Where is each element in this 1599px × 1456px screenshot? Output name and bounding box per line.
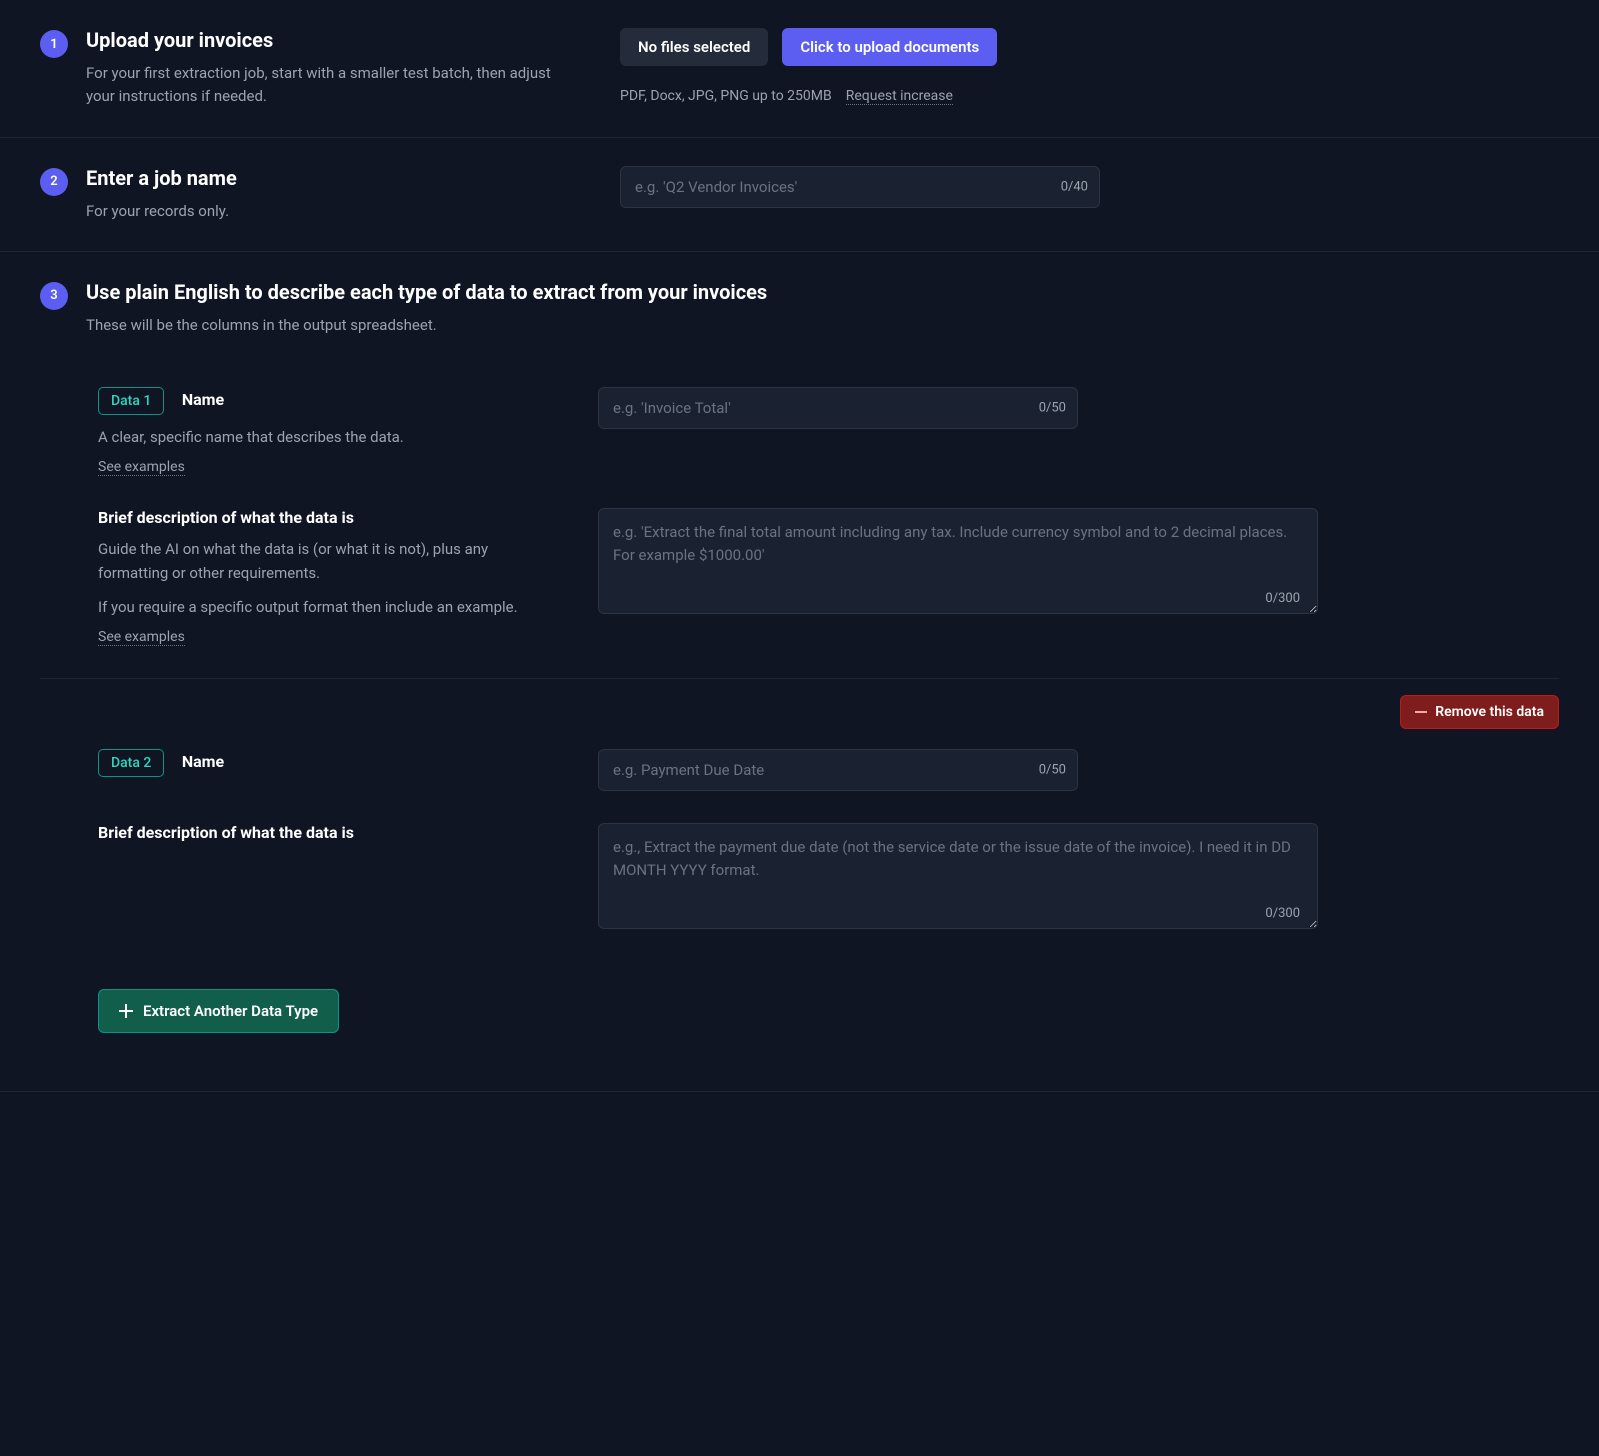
no-files-button[interactable]: No files selected [620,28,768,66]
data-2-name-input[interactable] [598,749,1078,791]
request-increase-link[interactable]: Request increase [846,88,953,105]
step-1-title: Upload your invoices [86,28,580,52]
step-1-section: 1 Upload your invoices For your first ex… [0,0,1599,138]
remove-data-2-button[interactable]: Remove this data [1400,695,1559,729]
data-1-name-counter: 0/50 [1039,401,1066,416]
data-divider: Remove this data [40,678,1559,679]
job-name-counter: 0/40 [1061,179,1088,194]
step-3-desc: These will be the columns in the output … [86,314,767,337]
step-2-badge: 2 [40,168,68,196]
step-2-title: Enter a job name [86,166,237,190]
data-1-name-label: Name [182,390,224,409]
data-1-desc-examples-link[interactable]: See examples [98,629,185,646]
add-data-type-label: Extract Another Data Type [143,1002,318,1020]
minus-icon [1415,711,1427,713]
data-2-desc-counter: 0/300 [1265,906,1300,921]
data-1-desc-counter: 0/300 [1265,591,1300,606]
step-1-desc: For your first extraction job, start wit… [86,62,580,109]
remove-data-2-label: Remove this data [1435,704,1544,720]
job-name-input[interactable] [620,166,1100,208]
step-3-title: Use plain English to describe each type … [86,280,767,304]
step-2-desc: For your records only. [86,200,237,223]
plus-icon [119,1004,133,1018]
upload-documents-button[interactable]: Click to upload documents [782,28,997,66]
file-types-hint: PDF, Docx, JPG, PNG up to 250MB [620,88,832,104]
data-1-name-desc: A clear, specific name that describes th… [98,425,538,449]
data-2-block: Data 2 Name 0/50 Brief description of wh… [0,679,1599,933]
data-1-name-input[interactable] [598,387,1078,429]
footer-gap [0,1091,1599,1151]
data-1-desc-help2: If you require a specific output format … [98,595,538,619]
data-2-desc-label: Brief description of what the data is [98,823,354,842]
data-1-desc-textarea[interactable] [598,508,1318,614]
data-1-desc-label: Brief description of what the data is [98,508,354,527]
data-1-name-examples-link[interactable]: See examples [98,459,185,476]
data-1-tag: Data 1 [98,387,164,415]
add-data-type-button[interactable]: Extract Another Data Type [98,989,339,1033]
data-1-desc-help1: Guide the AI on what the data is (or wha… [98,537,538,585]
data-2-name-label: Name [182,752,224,771]
data-2-name-counter: 0/50 [1039,763,1066,778]
data-2-desc-textarea[interactable] [598,823,1318,929]
step-1-badge: 1 [40,30,68,58]
step-3-badge: 3 [40,282,68,310]
data-1-block: Data 1 Name A clear, specific name that … [0,387,1599,646]
data-2-tag: Data 2 [98,749,164,777]
step-3-section: 3 Use plain English to describe each typ… [0,252,1599,1071]
step-2-section: 2 Enter a job name For your records only… [0,138,1599,252]
